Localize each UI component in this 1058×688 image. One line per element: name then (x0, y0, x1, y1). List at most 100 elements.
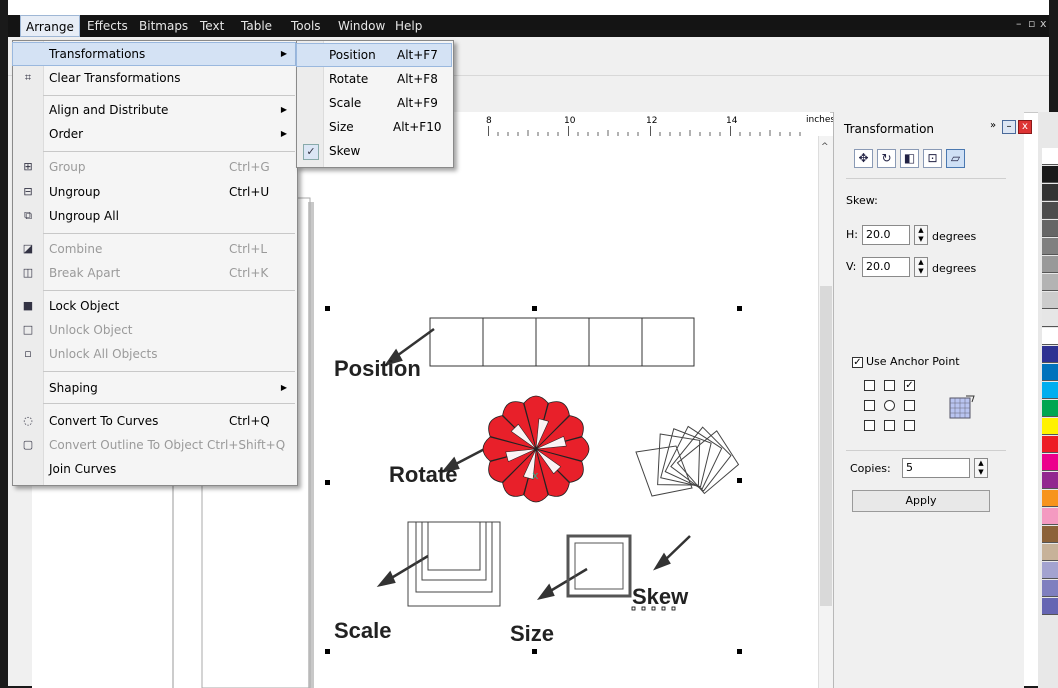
anchor-top-center[interactable] (884, 380, 895, 391)
palette-swatch[interactable] (1042, 328, 1058, 345)
selection-handle[interactable] (325, 480, 330, 485)
palette-swatch[interactable] (1042, 148, 1058, 165)
menu-item-unlock-object[interactable]: □ Unlock Object (13, 319, 295, 341)
menu-item-ungroup[interactable]: ⊟ Ungroup Ctrl+U (13, 181, 295, 203)
palette-swatch[interactable] (1042, 454, 1058, 471)
menu-table[interactable]: Table (236, 15, 277, 37)
palette-swatch[interactable] (1042, 544, 1058, 561)
rotate-transform-icon[interactable]: ↻ (877, 149, 896, 168)
anchor-middle-right[interactable] (904, 400, 915, 411)
menu-item-transformations[interactable]: Transformations ▶ (12, 42, 296, 66)
anchor-bottom-right[interactable] (904, 420, 915, 431)
palette-swatch[interactable] (1042, 562, 1058, 579)
submenu-item-position[interactable]: Position Alt+F7 (296, 43, 452, 67)
palette-swatch[interactable] (1042, 292, 1058, 309)
menu-item-label: Rotate (329, 72, 369, 86)
anchor-center[interactable] (884, 400, 895, 411)
menu-help[interactable]: Help (390, 15, 427, 37)
docker-minimize-icon[interactable]: – (1002, 120, 1016, 134)
submenu-item-scale[interactable]: Scale Alt+F9 (297, 92, 451, 114)
menu-window[interactable]: Window (333, 15, 390, 37)
menu-tools[interactable]: Tools (286, 15, 326, 37)
menu-bitmaps[interactable]: Bitmaps (134, 15, 193, 37)
submenu-item-skew[interactable]: ✓ Skew (297, 140, 451, 162)
copies-stepper[interactable]: ▲ ▼ (974, 458, 988, 478)
menu-item-join-curves[interactable]: Join Curves (13, 458, 295, 480)
selection-handle[interactable] (325, 649, 330, 654)
palette-swatch[interactable] (1042, 382, 1058, 399)
position-transform-icon[interactable]: ✥ (854, 149, 873, 168)
menu-item-lock-object[interactable]: ■ Lock Object (13, 295, 295, 317)
anchor-top-right[interactable]: ✓ (904, 380, 915, 391)
skew-transform-icon[interactable]: ▱ (946, 149, 965, 168)
palette-swatch[interactable] (1042, 274, 1058, 291)
palette-swatch[interactable] (1042, 526, 1058, 543)
selection-handle[interactable] (532, 649, 537, 654)
menu-effects[interactable]: Effects (82, 15, 133, 37)
palette-swatch[interactable] (1042, 166, 1058, 183)
close-icon[interactable]: x (1040, 17, 1047, 30)
scale-transform-icon[interactable]: ◧ (900, 149, 919, 168)
use-anchor-label: Use Anchor Point (866, 355, 960, 368)
menu-arrange[interactable]: Arrange (20, 15, 80, 37)
scrollbar-thumb[interactable] (820, 286, 832, 606)
palette-swatch[interactable] (1042, 472, 1058, 489)
palette-swatch[interactable] (1042, 238, 1058, 255)
copies-input[interactable]: 5 (902, 458, 970, 478)
menu-item-align-distribute[interactable]: Align and Distribute ▶ (13, 99, 295, 121)
minimize-icon[interactable]: – (1016, 17, 1022, 30)
use-anchor-checkbox[interactable]: ✓ (852, 357, 863, 368)
menu-item-break-apart[interactable]: ◫ Break Apart Ctrl+K (13, 262, 295, 284)
palette-swatch[interactable] (1042, 598, 1058, 615)
size-transform-icon[interactable]: ⊡ (923, 149, 942, 168)
skew-v-stepper[interactable]: ▲ ▼ (914, 257, 928, 277)
selection-handle[interactable] (737, 649, 742, 654)
menu-item-ungroup-all[interactable]: ⧉ Ungroup All (13, 205, 295, 227)
skew-v-input[interactable]: 20.0 (862, 257, 910, 277)
palette-swatch[interactable] (1042, 310, 1058, 327)
anchor-middle-left[interactable] (864, 400, 875, 411)
position-boxes (429, 317, 695, 367)
apply-button[interactable]: Apply (852, 490, 990, 512)
palette-swatch[interactable] (1042, 418, 1058, 435)
menu-item-group[interactable]: ⊞ Group Ctrl+G (13, 156, 295, 178)
palette-swatch[interactable] (1042, 400, 1058, 417)
palette-swatch[interactable] (1042, 436, 1058, 453)
anchor-top-left[interactable] (864, 380, 875, 391)
menu-item-label: Convert To Curves (49, 414, 159, 428)
submenu-item-size[interactable]: Size Alt+F10 (297, 116, 451, 138)
menu-item-shaping[interactable]: Shaping ▶ (13, 377, 295, 399)
submenu-item-rotate[interactable]: Rotate Alt+F8 (297, 68, 451, 90)
menu-item-convert-to-curves[interactable]: ◌ Convert To Curves Ctrl+Q (13, 410, 295, 432)
palette-swatch[interactable] (1042, 580, 1058, 597)
selection-handle[interactable] (737, 478, 742, 483)
selection-handle[interactable] (532, 306, 537, 311)
skew-h-stepper[interactable]: ▲ ▼ (914, 225, 928, 245)
palette-swatch[interactable] (1042, 346, 1058, 363)
skew-h-input[interactable]: 20.0 (862, 225, 910, 245)
anchor-bottom-center[interactable] (884, 420, 895, 431)
palette-swatch[interactable] (1042, 184, 1058, 201)
selection-handle[interactable] (325, 306, 330, 311)
docker-close-icon[interactable]: x (1018, 120, 1032, 134)
menu-item-convert-outline[interactable]: ▢ Convert Outline To Object Ctrl+Shift+Q (13, 434, 295, 456)
group-icon: ⊞ (23, 160, 33, 173)
palette-swatch[interactable] (1042, 364, 1058, 381)
scroll-up-icon[interactable]: ^ (821, 142, 829, 152)
restore-icon[interactable]: ▫ (1028, 17, 1035, 30)
palette-swatch[interactable] (1042, 508, 1058, 525)
vertical-scrollbar[interactable]: ^ (818, 136, 833, 688)
menu-item-shortcut: Ctrl+Q (229, 414, 270, 428)
menu-item-order[interactable]: Order ▶ (13, 123, 295, 145)
anchor-bottom-left[interactable] (864, 420, 875, 431)
palette-swatch[interactable] (1042, 256, 1058, 273)
palette-swatch[interactable] (1042, 202, 1058, 219)
docker-expand-icon[interactable]: » (986, 120, 1000, 134)
menu-item-combine[interactable]: ◪ Combine Ctrl+L (13, 238, 295, 260)
menu-text[interactable]: Text (195, 15, 229, 37)
palette-swatch[interactable] (1042, 220, 1058, 237)
menu-item-unlock-all[interactable]: ▫ Unlock All Objects (13, 343, 295, 365)
menu-item-clear-transformations[interactable]: ⌗ Clear Transformations (13, 67, 295, 89)
palette-swatch[interactable] (1042, 490, 1058, 507)
selection-handle[interactable] (737, 306, 742, 311)
